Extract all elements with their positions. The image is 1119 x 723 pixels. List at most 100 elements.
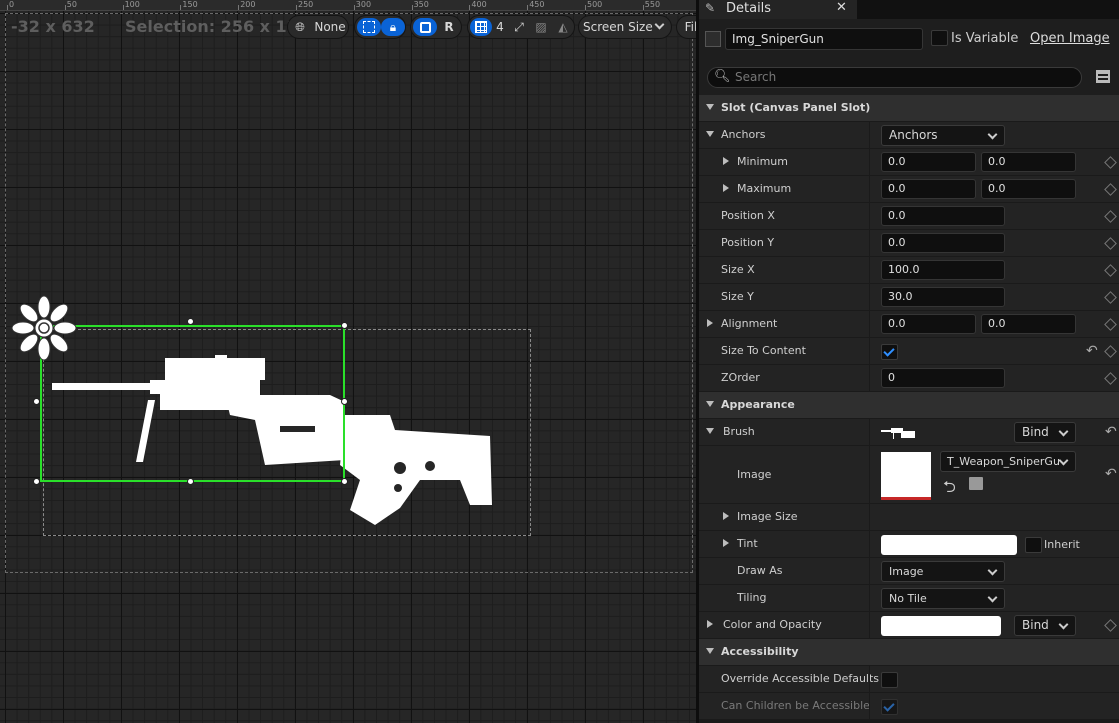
minimum-label: Minimum [737, 155, 788, 168]
reset-to-default-icon[interactable]: ↶ [1105, 424, 1117, 440]
keyframe-diamond-icon[interactable] [1104, 372, 1117, 385]
zorder-input[interactable]: 0 [881, 368, 1005, 388]
collapse-arrow-icon[interactable] [706, 131, 714, 137]
image-preview-icon[interactable]: ▨ [531, 18, 551, 36]
grid-snap-value[interactable]: 4 [493, 18, 507, 36]
grid-snap-icon[interactable] [470, 18, 492, 36]
maximum-y-input[interactable]: 0.0 [981, 179, 1076, 199]
respect-locks-button[interactable]: R [439, 18, 459, 36]
browse-asset-icon[interactable] [969, 477, 983, 490]
resize-handle-right[interactable] [341, 398, 348, 405]
keyframe-diamond-icon[interactable] [1104, 264, 1117, 277]
anchors-dropdown[interactable]: Anchors [881, 125, 1005, 146]
alignment-x-input[interactable]: 0.0 [881, 314, 976, 334]
resize-handle-bl[interactable] [33, 478, 40, 485]
expand-arrow-icon[interactable] [723, 157, 729, 165]
reset-to-default-icon[interactable]: ↶ [1105, 466, 1117, 482]
size-x-input[interactable]: 100.0 [881, 260, 1005, 280]
expand-arrow-icon[interactable] [723, 539, 729, 547]
position-y-label: Position Y [721, 236, 775, 249]
brush-bind-dropdown[interactable]: Bind [1014, 422, 1076, 443]
draw-as-dropdown[interactable]: Image [881, 561, 1005, 582]
screen-size-label: Screen Size [583, 20, 653, 34]
color-bind-label: Bind [1022, 618, 1049, 632]
localization-pill[interactable]: 🌐︎ None [287, 15, 349, 39]
keyframe-diamond-icon[interactable] [1104, 318, 1117, 331]
screen-size-dropdown[interactable]: Screen Size [578, 15, 672, 39]
row-tint: Tint Inherit [699, 531, 1119, 558]
layout-mode-icon[interactable] [413, 18, 437, 36]
collapse-arrow-icon[interactable] [706, 428, 714, 434]
inherit-checkbox[interactable] [1025, 537, 1042, 553]
keyframe-diamond-icon[interactable] [1104, 183, 1117, 196]
size-y-input[interactable]: 30.0 [881, 287, 1005, 307]
tint-color-swatch[interactable] [881, 535, 1017, 555]
chevron-down-icon [1058, 426, 1069, 437]
size-to-content-checkbox[interactable] [881, 344, 898, 360]
open-image-link[interactable]: Open Image [1030, 31, 1110, 46]
resize-handle-tr[interactable] [341, 322, 348, 329]
snap-pill[interactable]: 4 ⤢ ▨ ◭ [467, 15, 575, 39]
resize-handle-top[interactable] [187, 318, 194, 325]
zoom-fit-icon[interactable]: ⤢ [509, 18, 529, 36]
keyframe-diamond-icon[interactable] [1104, 291, 1117, 304]
ruler-label: 450 [529, 0, 545, 9]
override-accessible-label: Override Accessible Defaults [721, 672, 880, 685]
reset-to-default-icon[interactable]: ↶ [1086, 343, 1098, 359]
can-children-checkbox[interactable] [881, 699, 898, 715]
resize-handle-br[interactable] [341, 478, 348, 485]
section-accessibility[interactable]: Accessibility [699, 639, 1119, 666]
widget-name-input[interactable]: Img_SniperGun [725, 28, 923, 50]
keyframe-diamond-icon[interactable] [1104, 156, 1117, 169]
maximum-x-input[interactable]: 0.0 [881, 179, 976, 199]
selection-box[interactable] [40, 325, 345, 482]
is-variable-checkbox[interactable] [931, 30, 948, 46]
row-alignment: Alignment 0.0 0.0 [699, 311, 1119, 338]
section-slot[interactable]: Slot (Canvas Panel Slot) [699, 95, 1119, 122]
resize-handle-left[interactable] [33, 398, 40, 405]
keyframe-diamond-icon[interactable] [1104, 237, 1117, 250]
keyframe-diamond-icon[interactable] [1104, 210, 1117, 223]
tab-details[interactable]: ✎ Details ✕ [699, 0, 857, 19]
search-input[interactable]: 🔍︎ Search [707, 67, 1082, 88]
inherit-label: Inherit [1044, 538, 1080, 551]
designer-viewport[interactable]: 0 50 100 150 200 250 300 350 400 450 500 550 [0, 0, 696, 723]
dashed-outline-toggle[interactable] [357, 18, 381, 36]
minimum-x-input[interactable]: 0.0 [881, 152, 976, 172]
anchor-icon[interactable] [11, 295, 77, 361]
lock-icon[interactable]: 🔒︎ [381, 18, 405, 36]
row-minimum: Minimum 0.0 0.0 [699, 149, 1119, 176]
minimum-y-input[interactable]: 0.0 [981, 152, 1076, 172]
ruler-label: 250 [298, 0, 314, 9]
keyframe-diamond-icon[interactable] [1104, 345, 1117, 358]
use-selected-asset-icon[interactable]: ⮌ [943, 476, 956, 503]
position-x-input[interactable]: 0.0 [881, 206, 1005, 226]
is-variable-label: Is Variable [951, 31, 1019, 46]
color-opacity-swatch[interactable] [881, 616, 1001, 636]
alignment-y-input[interactable]: 0.0 [981, 314, 1076, 334]
transform-pill[interactable]: R [410, 15, 462, 39]
override-accessible-checkbox[interactable] [881, 672, 898, 688]
property-matrix-icon[interactable] [1096, 70, 1110, 83]
close-icon[interactable]: ✕ [836, 0, 847, 15]
keyframe-diamond-icon[interactable] [1104, 619, 1117, 632]
image-asset-dropdown[interactable]: T_Weapon_SniperGu [940, 451, 1076, 472]
fill-dropdown[interactable]: Fil [676, 15, 696, 39]
image-widget-icon [705, 31, 721, 47]
expand-arrow-icon[interactable] [707, 319, 713, 327]
expand-arrow-icon[interactable] [723, 512, 729, 520]
tiling-dropdown[interactable]: No Tile [881, 588, 1005, 609]
ruler-label: 0 [9, 0, 15, 9]
position-y-input[interactable]: 0.0 [881, 233, 1005, 253]
visibility-pill[interactable]: 🔒︎ [354, 15, 406, 39]
color-bind-dropdown[interactable]: Bind [1014, 615, 1076, 636]
image-thumbnail[interactable] [881, 452, 931, 500]
resize-handle-bottom[interactable] [187, 478, 194, 485]
expand-arrow-icon[interactable] [707, 620, 713, 628]
checkmark-icon [883, 700, 895, 712]
zorder-label: ZOrder [721, 371, 760, 384]
flip-icon[interactable]: ◭ [553, 18, 573, 36]
expand-arrow-icon[interactable] [723, 184, 729, 192]
ruler-tick [585, 5, 586, 10]
section-appearance[interactable]: Appearance [699, 392, 1119, 419]
